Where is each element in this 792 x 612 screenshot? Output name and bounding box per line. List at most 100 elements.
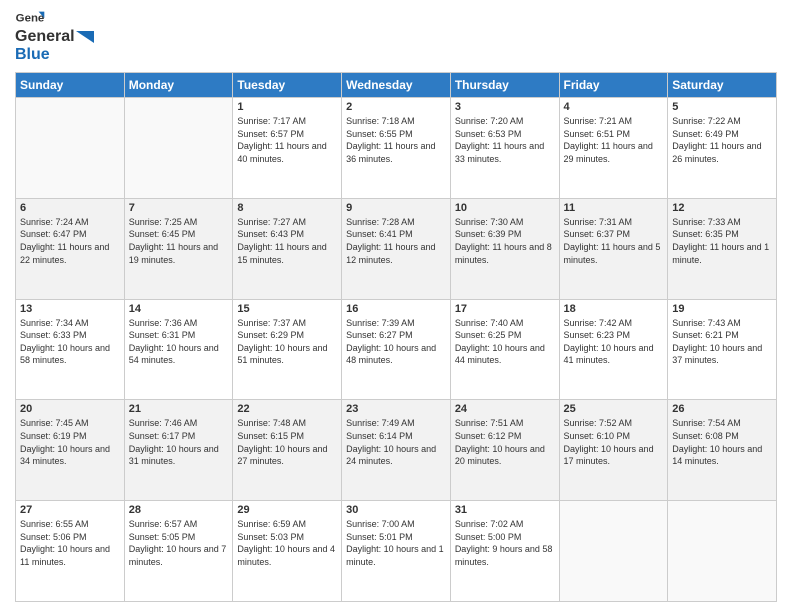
calendar-cell: 15 Sunrise: 7:37 AM Sunset: 6:29 PM Dayli… [233,299,342,400]
day-info: Sunrise: 7:45 AM Sunset: 6:19 PM Dayligh… [20,417,120,467]
day-number: 15 [237,303,337,315]
calendar-cell: 27 Sunrise: 6:55 AM Sunset: 5:06 PM Dayli… [16,501,125,602]
day-info: Sunrise: 6:55 AM Sunset: 5:06 PM Dayligh… [20,518,120,568]
day-number: 20 [20,403,120,415]
calendar-cell [559,501,668,602]
calendar-week-row: 27 Sunrise: 6:55 AM Sunset: 5:06 PM Dayli… [16,501,777,602]
day-number: 10 [455,202,555,214]
calendar-cell: 22 Sunrise: 7:48 AM Sunset: 6:15 PM Dayli… [233,400,342,501]
day-info: Sunrise: 7:25 AM Sunset: 6:45 PM Dayligh… [129,216,229,266]
day-info: Sunrise: 6:57 AM Sunset: 5:05 PM Dayligh… [129,518,229,568]
day-info: Sunrise: 7:18 AM Sunset: 6:55 PM Dayligh… [346,115,446,165]
day-info: Sunrise: 7:36 AM Sunset: 6:31 PM Dayligh… [129,317,229,367]
calendar-cell: 4 Sunrise: 7:21 AM Sunset: 6:51 PM Daylig… [559,98,668,199]
calendar-container: General General Blue Sunday Monday Tuesd… [0,0,792,612]
day-number: 16 [346,303,446,315]
day-info: Sunrise: 7:51 AM Sunset: 6:12 PM Dayligh… [455,417,555,467]
day-number: 28 [129,504,229,516]
day-info: Sunrise: 7:43 AM Sunset: 6:21 PM Dayligh… [672,317,772,367]
day-number: 25 [564,403,664,415]
logo-icon: General [15,10,45,28]
calendar-cell: 24Sunrise: 7:51 AM Sunset: 6:12 PM Dayli… [450,400,559,501]
day-number: 31 [455,504,555,516]
calendar-week-row: 1 Sunrise: 7:17 AM Sunset: 6:57 PM Daylig… [16,98,777,199]
day-number: 7 [129,202,229,214]
calendar-cell: 30 Sunrise: 7:00 AM Sunset: 5:01 PM Dayli… [342,501,451,602]
calendar-cell: 16 Sunrise: 7:39 AM Sunset: 6:27 PM Dayli… [342,299,451,400]
header-thursday: Thursday [450,73,559,98]
calendar-cell: 3 Sunrise: 7:20 AM Sunset: 6:53 PM Daylig… [450,98,559,199]
calendar-cell: 9Sunrise: 7:28 AM Sunset: 6:41 PM Daylig… [342,198,451,299]
calendar-cell [668,501,777,602]
calendar-cell: 28 Sunrise: 6:57 AM Sunset: 5:05 PM Dayli… [124,501,233,602]
calendar-week-row: 13 Sunrise: 7:34 AM Sunset: 6:33 PM Dayli… [16,299,777,400]
day-number: 29 [237,504,337,516]
day-number: 11 [564,202,664,214]
day-info: Sunrise: 7:27 AM Sunset: 6:43 PM Dayligh… [237,216,337,266]
day-number: 18 [564,303,664,315]
calendar-cell: 2 Sunrise: 7:18 AM Sunset: 6:55 PM Daylig… [342,98,451,199]
header-saturday: Saturday [668,73,777,98]
calendar-cell: 26Sunrise: 7:54 AM Sunset: 6:08 PM Dayli… [668,400,777,501]
day-info: Sunrise: 7:40 AM Sunset: 6:25 PM Dayligh… [455,317,555,367]
calendar-header-row: Sunday Monday Tuesday Wednesday Thursday… [16,73,777,98]
calendar-cell: 6Sunrise: 7:24 AM Sunset: 6:47 PM Daylig… [16,198,125,299]
day-number: 3 [455,101,555,113]
day-info: Sunrise: 7:54 AM Sunset: 6:08 PM Dayligh… [672,417,772,467]
day-info: Sunrise: 7:28 AM Sunset: 6:41 PM Dayligh… [346,216,446,266]
day-info: Sunrise: 6:59 AM Sunset: 5:03 PM Dayligh… [237,518,337,568]
calendar-cell: 21Sunrise: 7:46 AM Sunset: 6:17 PM Dayli… [124,400,233,501]
day-number: 27 [20,504,120,516]
day-number: 21 [129,403,229,415]
day-info: Sunrise: 7:39 AM Sunset: 6:27 PM Dayligh… [346,317,446,367]
day-info: Sunrise: 7:37 AM Sunset: 6:29 PM Dayligh… [237,317,337,367]
calendar-cell: 17 Sunrise: 7:40 AM Sunset: 6:25 PM Dayli… [450,299,559,400]
calendar-cell: 14 Sunrise: 7:36 AM Sunset: 6:31 PM Dayli… [124,299,233,400]
day-info: Sunrise: 7:30 AM Sunset: 6:39 PM Dayligh… [455,216,555,266]
calendar-cell: 25Sunrise: 7:52 AM Sunset: 6:10 PM Dayli… [559,400,668,501]
day-info: Sunrise: 7:31 AM Sunset: 6:37 PM Dayligh… [564,216,664,266]
calendar-cell: 8 Sunrise: 7:27 AM Sunset: 6:43 PM Daylig… [233,198,342,299]
calendar-week-row: 20 Sunrise: 7:45 AM Sunset: 6:19 PM Dayli… [16,400,777,501]
calendar-cell: 20 Sunrise: 7:45 AM Sunset: 6:19 PM Dayli… [16,400,125,501]
header-monday: Monday [124,73,233,98]
day-number: 2 [346,101,446,113]
header-wednesday: Wednesday [342,73,451,98]
calendar-cell: 13 Sunrise: 7:34 AM Sunset: 6:33 PM Dayli… [16,299,125,400]
calendar-cell: 19 Sunrise: 7:43 AM Sunset: 6:21 PM Dayli… [668,299,777,400]
day-number: 8 [237,202,337,214]
day-info: Sunrise: 7:02 AM Sunset: 5:00 PM Dayligh… [455,518,555,568]
day-number: 17 [455,303,555,315]
calendar-cell: 29 Sunrise: 6:59 AM Sunset: 5:03 PM Dayli… [233,501,342,602]
calendar-cell [124,98,233,199]
calendar-cell: 31 Sunrise: 7:02 AM Sunset: 5:00 PM Dayli… [450,501,559,602]
day-info: Sunrise: 7:20 AM Sunset: 6:53 PM Dayligh… [455,115,555,165]
header-sunday: Sunday [16,73,125,98]
day-info: Sunrise: 7:00 AM Sunset: 5:01 PM Dayligh… [346,518,446,568]
day-info: Sunrise: 7:21 AM Sunset: 6:51 PM Dayligh… [564,115,664,165]
day-info: Sunrise: 7:17 AM Sunset: 6:57 PM Dayligh… [237,115,337,165]
day-number: 22 [237,403,337,415]
header: General General Blue [15,10,777,64]
day-info: Sunrise: 7:24 AM Sunset: 6:47 PM Dayligh… [20,216,120,266]
day-number: 30 [346,504,446,516]
logo: General General Blue [15,10,94,64]
header-tuesday: Tuesday [233,73,342,98]
day-number: 14 [129,303,229,315]
logo-triangle-icon [76,31,94,43]
day-number: 4 [564,101,664,113]
calendar-cell: 11 Sunrise: 7:31 AM Sunset: 6:37 PM Dayli… [559,198,668,299]
calendar-cell: 18Sunrise: 7:42 AM Sunset: 6:23 PM Dayli… [559,299,668,400]
day-number: 5 [672,101,772,113]
day-number: 23 [346,403,446,415]
day-number: 13 [20,303,120,315]
logo-general-text: General [15,28,75,45]
day-info: Sunrise: 7:48 AM Sunset: 6:15 PM Dayligh… [237,417,337,467]
calendar-cell: 12Sunrise: 7:33 AM Sunset: 6:35 PM Dayli… [668,198,777,299]
day-info: Sunrise: 7:34 AM Sunset: 6:33 PM Dayligh… [20,317,120,367]
calendar-week-row: 6Sunrise: 7:24 AM Sunset: 6:47 PM Daylig… [16,198,777,299]
day-number: 1 [237,101,337,113]
day-number: 19 [672,303,772,315]
calendar-cell: 23Sunrise: 7:49 AM Sunset: 6:14 PM Dayli… [342,400,451,501]
day-info: Sunrise: 7:22 AM Sunset: 6:49 PM Dayligh… [672,115,772,165]
